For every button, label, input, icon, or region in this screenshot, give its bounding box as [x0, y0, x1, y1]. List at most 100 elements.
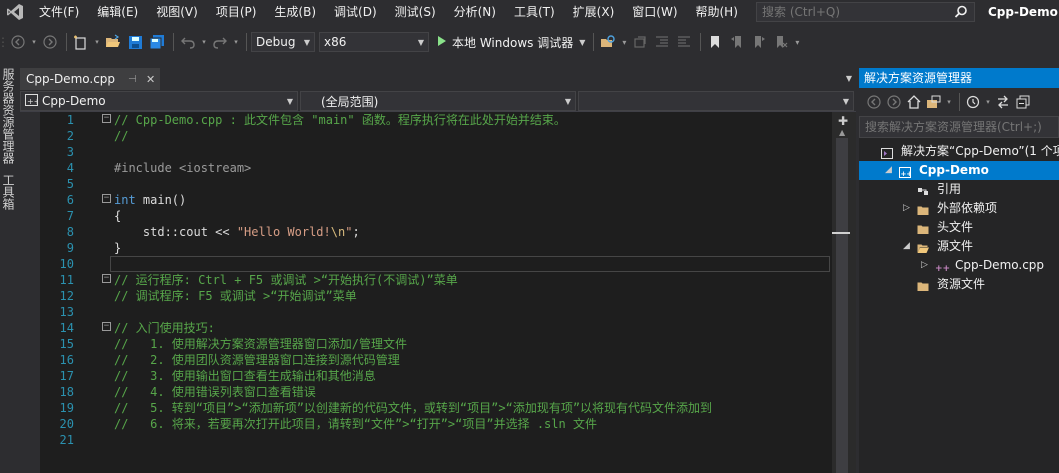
- code-line[interactable]: 17 // 3. 使用输出窗口查看生成输出和其他消息: [40, 368, 832, 384]
- tree-item[interactable]: 头文件: [859, 218, 1059, 237]
- collapsed-arrow-icon[interactable]: ▷: [903, 199, 910, 218]
- filter-dropdown-icon[interactable]: ▾: [984, 92, 992, 112]
- server-explorer-tab[interactable]: 服务器资源管理器: [0, 66, 17, 164]
- tree-item[interactable]: ▷ ++ Cpp-Demo.cpp: [859, 256, 1059, 275]
- next-bookmark-icon[interactable]: [749, 32, 769, 52]
- step-over-icon[interactable]: [630, 32, 650, 52]
- code-line[interactable]: 4 #include <iostream>: [40, 160, 832, 176]
- code-line[interactable]: 21: [40, 432, 832, 448]
- find-in-files-icon[interactable]: [598, 32, 618, 52]
- menu-item-2[interactable]: 视图(V): [147, 0, 207, 24]
- code-line[interactable]: 6 − int main(): [40, 192, 832, 208]
- toolbar-overflow-icon[interactable]: ▾: [793, 32, 801, 52]
- code-line[interactable]: 3: [40, 144, 832, 160]
- new-project-dropdown-icon[interactable]: ▾: [93, 32, 101, 52]
- project-scope-select[interactable]: ++ Cpp-Demo ▼: [20, 91, 298, 111]
- collapse-region-icon[interactable]: −: [102, 274, 111, 283]
- tree-item[interactable]: ◢ ++ Cpp-Demo: [859, 161, 1059, 180]
- toolbar-overflow-icon[interactable]: ▾: [620, 32, 628, 52]
- code-line[interactable]: 15 // 1. 使用解决方案资源管理器窗口添加/管理文件: [40, 336, 832, 352]
- code-editor[interactable]: 1−// Cpp-Demo.cpp : 此文件包含 "main" 函数。程序执行…: [40, 112, 832, 473]
- collapse-region-icon[interactable]: −: [102, 114, 111, 123]
- tree-item[interactable]: ▷ 外部依赖项: [859, 199, 1059, 218]
- sync-with-active-document-icon[interactable]: [994, 92, 1012, 112]
- code-line[interactable]: 12 // 调试程序: F5 或调试 >“开始调试”菜单: [40, 288, 832, 304]
- navigate-back-dropdown-icon[interactable]: ▾: [30, 32, 38, 52]
- menu-item-4[interactable]: 生成(B): [265, 0, 325, 24]
- tree-item[interactable]: ◢ 源文件: [859, 237, 1059, 256]
- menu-item-8[interactable]: 工具(T): [505, 0, 564, 24]
- open-file-icon[interactable]: [103, 32, 123, 52]
- code-line[interactable]: 14 −// 入门使用技巧:: [40, 320, 832, 336]
- new-project-icon[interactable]: [71, 32, 91, 52]
- solution-explorer-title[interactable]: 解决方案资源管理器: [859, 68, 1059, 88]
- scrollbar-thumb[interactable]: [836, 138, 848, 473]
- menu-item-1[interactable]: 编辑(E): [88, 0, 147, 24]
- code-line[interactable]: 9}: [40, 240, 832, 256]
- tab-list-dropdown-icon[interactable]: ▼: [846, 74, 852, 83]
- code-line[interactable]: 16 // 2. 使用团队资源管理器窗口连接到源代码管理: [40, 352, 832, 368]
- menu-item-7[interactable]: 分析(N): [445, 0, 505, 24]
- bookmark-icon[interactable]: [705, 32, 725, 52]
- code-line[interactable]: 20 // 6. 将来，若要再次打开此项目，请转到“文件”>“打开”>“项目”并选…: [40, 416, 832, 432]
- solution-platform-select[interactable]: x86 ▼: [319, 32, 429, 52]
- save-all-icon[interactable]: [147, 32, 167, 52]
- collapse-region-icon[interactable]: −: [102, 194, 111, 203]
- expanded-arrow-icon[interactable]: ◢: [885, 161, 892, 180]
- indent-right-icon[interactable]: [674, 32, 694, 52]
- indent-left-icon[interactable]: [652, 32, 672, 52]
- back-icon[interactable]: [865, 92, 883, 112]
- save-icon[interactable]: [125, 32, 145, 52]
- menu-item-6[interactable]: 测试(S): [386, 0, 445, 24]
- redo-dropdown-icon[interactable]: ▾: [232, 32, 240, 52]
- home-icon[interactable]: [905, 92, 923, 112]
- solution-explorer-search-input[interactable]: [860, 120, 1055, 134]
- code-line[interactable]: 13: [40, 304, 832, 320]
- undo-icon[interactable]: [178, 32, 198, 52]
- split-window-icon[interactable]: ✚: [838, 114, 848, 128]
- forward-icon[interactable]: [885, 92, 903, 112]
- member-scope-select[interactable]: ▼: [578, 91, 854, 111]
- tab-cpp-demo-cpp[interactable]: Cpp-Demo.cpp ⊣ ✕: [20, 68, 160, 90]
- switch-views-dropdown-icon[interactable]: ▾: [945, 92, 953, 112]
- switch-views-icon[interactable]: [925, 92, 943, 112]
- pending-changes-filter-icon[interactable]: [964, 92, 982, 112]
- toolbox-tab[interactable]: 工具箱: [0, 164, 17, 210]
- navigate-back-icon[interactable]: [8, 32, 28, 52]
- quick-search-input[interactable]: [757, 5, 947, 19]
- menu-item-9[interactable]: 扩展(X): [564, 0, 624, 24]
- search-icon[interactable]: [954, 5, 968, 22]
- editor-vertical-scrollbar[interactable]: ✚ ▲: [832, 112, 856, 473]
- menu-item-5[interactable]: 调试(D): [325, 0, 386, 24]
- solution-configuration-select[interactable]: Debug ▼: [251, 32, 315, 52]
- start-debugging-button[interactable]: 本地 Windows 调试器 ▼: [433, 31, 589, 53]
- code-line[interactable]: 5: [40, 176, 832, 192]
- quick-search-box[interactable]: [756, 2, 975, 22]
- tree-item[interactable]: 资源文件: [859, 275, 1059, 294]
- redo-icon[interactable]: [210, 32, 230, 52]
- pin-icon[interactable]: ⊣: [128, 74, 137, 85]
- code-line[interactable]: 8 std::cout << "Hello World!\n";: [40, 224, 832, 240]
- menu-item-10[interactable]: 窗口(W): [623, 0, 686, 24]
- close-icon[interactable]: ✕: [146, 73, 155, 86]
- expanded-arrow-icon[interactable]: ◢: [903, 237, 910, 256]
- collapsed-arrow-icon[interactable]: ▷: [921, 256, 928, 275]
- code-line[interactable]: 1 −// Cpp-Demo.cpp : 此文件包含 "main" 函数。程序执行…: [40, 112, 832, 128]
- previous-bookmark-icon[interactable]: [727, 32, 747, 52]
- type-scope-select[interactable]: (全局范围) ▼: [300, 91, 576, 111]
- solution-explorer-search-box[interactable]: [859, 116, 1059, 138]
- chevron-down-icon[interactable]: ▼: [579, 38, 585, 47]
- clear-bookmarks-icon[interactable]: [771, 32, 791, 52]
- code-line[interactable]: 18 // 4. 使用错误列表窗口查看错误: [40, 384, 832, 400]
- tree-item[interactable]: 解决方案“Cpp-Demo”(1 个项目: [859, 142, 1059, 161]
- undo-dropdown-icon[interactable]: ▾: [200, 32, 208, 52]
- menu-item-3[interactable]: 项目(P): [207, 0, 266, 24]
- code-line[interactable]: 19 // 5. 转到“项目”>“添加新项”以创建新的代码文件，或转到“项目”>“…: [40, 400, 832, 416]
- navigate-forward-icon[interactable]: [40, 32, 60, 52]
- code-line[interactable]: 2 //: [40, 128, 832, 144]
- code-line[interactable]: 7{: [40, 208, 832, 224]
- scroll-up-arrow-icon[interactable]: ▲: [839, 128, 845, 137]
- code-line[interactable]: 11 −// 运行程序: Ctrl + F5 或调试 >“开始执行(不调试)”菜单: [40, 272, 832, 288]
- collapse-region-icon[interactable]: −: [102, 322, 111, 331]
- collapse-all-icon[interactable]: [1014, 92, 1032, 112]
